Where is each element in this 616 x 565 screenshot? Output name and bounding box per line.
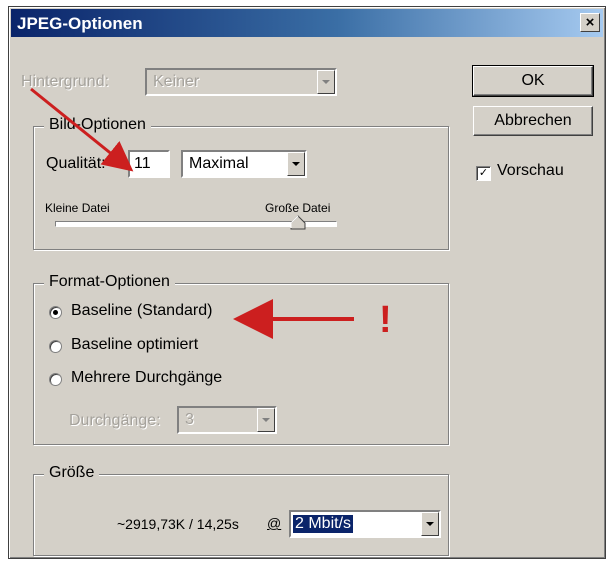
red-exclamation-mark: ! [379,299,392,341]
jpeg-options-dialog: JPEG-Optionen × Hintergrund: Keiner Bild… [8,6,606,559]
red-arrow-to-quality [30,87,134,172]
annotation-overlay: ! [30,87,392,341]
